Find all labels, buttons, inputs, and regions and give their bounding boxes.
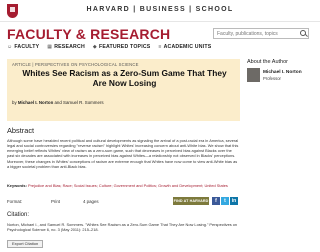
keywords-list[interactable]: Prejudice and Bias; Race; Social Issues;… — [28, 183, 228, 188]
about-author-sidebar: About the Author Michael I. Norton Profe… — [247, 59, 315, 82]
about-author-heading: About the Author — [247, 59, 288, 65]
main-nav: ☺ FACULTY ▦ RESEARCH ◆ FEATURED TOPICS ≡… — [7, 42, 211, 52]
nav-faculty-label: FACULTY — [14, 44, 40, 50]
nav-academic-units[interactable]: ≡ ACADEMIC UNITS — [158, 42, 211, 52]
sidebar-author-title: Professor — [263, 76, 281, 81]
top-bar: HARVARD | BUSINESS | SCHOOL — [0, 0, 320, 22]
author-photo[interactable] — [247, 68, 260, 82]
export-citation-button[interactable]: Export Citation — [7, 240, 44, 248]
article-feature-box: ARTICLE | PERSPECTIVES ON PSYCHOLOGICAL … — [7, 59, 240, 121]
bars-icon: ≡ — [158, 44, 162, 50]
coauthor-name: Samuel R. Sommers — [63, 100, 104, 105]
nav-research-label: RESEARCH — [54, 44, 85, 50]
nav-faculty[interactable]: ☺ FACULTY — [7, 42, 39, 52]
site-header: FACULTY & RESEARCH — [0, 22, 320, 58]
facebook-icon[interactable]: f — [212, 197, 220, 205]
byline-separator: and — [54, 100, 62, 105]
byline-prefix: by — [12, 100, 17, 105]
citation-heading: Citation: — [7, 212, 30, 218]
abstract-text: Although some have heralded recent polit… — [7, 138, 239, 169]
article-type-badge: ARTICLE | PERSPECTIVES ON PSYCHOLOGICAL … — [12, 62, 139, 67]
article-byline: by Michael I. Norton and Samuel R. Somme… — [12, 100, 104, 105]
person-icon: ☺ — [7, 44, 13, 50]
nav-featured-topics[interactable]: ◆ FEATURED TOPICS — [93, 42, 151, 52]
format-value: Print — [51, 199, 61, 204]
tag-icon: ◆ — [92, 44, 97, 50]
citation-text: Norton, Michael I., and Samuel R. Sommer… — [7, 222, 238, 233]
sidebar-author-name[interactable]: Michael I. Norton — [263, 70, 302, 75]
grid-icon: ▦ — [47, 44, 53, 50]
article-title: Whites See Racism as a Zero-Sum Game Tha… — [22, 68, 227, 88]
nav-featured-topics-label: FEATURED TOPICS — [98, 44, 151, 50]
nav-academic-units-label: ACADEMIC UNITS — [163, 44, 212, 50]
search-input[interactable] — [213, 28, 309, 39]
site-title[interactable]: FACULTY & RESEARCH — [7, 26, 170, 42]
find-at-harvard-button[interactable]: FIND AT HARVARD — [173, 197, 209, 205]
linkedin-icon[interactable]: in — [230, 197, 238, 205]
twitter-icon[interactable]: t — [221, 197, 229, 205]
keywords-label: Keywords: — [7, 183, 27, 188]
pages-count: 4 pages — [83, 199, 99, 204]
actions-row: Format: Print 4 pages FIND AT HARVARD f … — [7, 197, 239, 206]
author-link[interactable]: Michael I. Norton — [18, 100, 53, 105]
nav-research[interactable]: ▦ RESEARCH — [47, 42, 85, 52]
keywords: Keywords: Prejudice and Bias; Race; Soci… — [7, 183, 239, 188]
school-name[interactable]: HARVARD | BUSINESS | SCHOOL — [0, 6, 320, 13]
format-label: Format: — [7, 199, 23, 204]
search-icon[interactable] — [300, 30, 306, 36]
abstract-heading: Abstract — [7, 126, 35, 135]
